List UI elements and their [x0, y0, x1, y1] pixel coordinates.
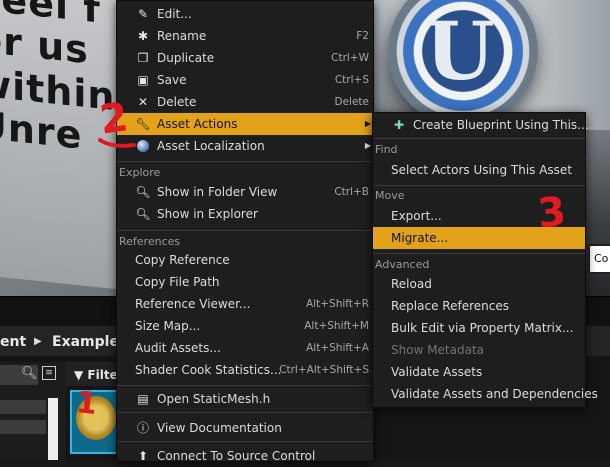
asset-actions-submenu: ✚ Create Blueprint Using This... Find Se…	[372, 112, 598, 408]
menu-item-rename[interactable]: ✱ Rename F2	[117, 25, 373, 47]
section-header-find: Find	[375, 143, 398, 156]
menu-item-bulk-edit[interactable]: Bulk Edit via Property Matrix...	[373, 317, 585, 339]
submenu-arrow-icon: ▶	[364, 141, 371, 150]
menu-item-asset-localization[interactable]: Asset Localization ▶	[117, 135, 373, 157]
submenu-arrow-icon: ▶	[364, 119, 371, 128]
search-icon[interactable]: 🔍︎	[21, 366, 38, 382]
menu-item-view-documentation[interactable]: ⓘ View Documentation	[117, 417, 373, 439]
menu-separator	[117, 161, 373, 162]
breadcrumb-item[interactable]: ent	[0, 334, 26, 350]
rename-icon: ✱	[137, 29, 149, 43]
menu-separator	[117, 412, 373, 413]
menu-item-show-metadata: Show Metadata	[391, 343, 485, 357]
filter-icon: ▼	[74, 368, 84, 382]
menu-item-show-in-explorer[interactable]: 🔍︎ Show in Explorer	[117, 203, 373, 225]
annotation-step-1: 1	[74, 385, 99, 422]
menu-separator	[373, 253, 585, 254]
menu-item-validate-assets[interactable]: Validate Assets	[373, 361, 585, 383]
edit-icon: ✎	[137, 7, 149, 21]
sources-row[interactable]	[0, 420, 46, 434]
menu-item-copy-reference[interactable]: Copy Reference	[117, 249, 373, 271]
help-icon: ⓘ	[136, 421, 149, 435]
magnifier-icon: 🔍︎	[135, 185, 151, 199]
menu-item-audit-assets[interactable]: Audit Assets... Alt+Shift+A	[117, 337, 373, 359]
list-view-icon[interactable]: ≡	[42, 366, 56, 380]
menu-separator	[117, 441, 373, 442]
menu-item-save[interactable]: ▣ Save Ctrl+S	[117, 69, 373, 91]
menu-item-open-source-file[interactable]: ▤ Open StaticMesh.h	[117, 388, 373, 410]
menu-item-reload[interactable]: Reload	[373, 273, 585, 295]
magnifier-icon: 🔍︎	[135, 207, 151, 221]
unreal-u-glyph: U	[425, 4, 495, 98]
wrench-icon: 🔧︎	[135, 117, 151, 131]
annotation-step-3: 3	[535, 188, 569, 238]
code-file-icon: ▤	[137, 392, 149, 406]
menu-item-reference-viewer[interactable]: Reference Viewer... Alt+Shift+R	[117, 293, 373, 315]
section-header-move: Move	[375, 189, 405, 202]
section-header-advanced: Advanced	[375, 258, 430, 271]
menu-item-create-blueprint[interactable]: ✚ Create Blueprint Using This...	[373, 114, 589, 136]
menu-item-copy-file-path[interactable]: Copy File Path	[117, 271, 373, 293]
sources-row[interactable]	[0, 400, 46, 414]
menu-separator	[117, 230, 373, 231]
menu-item-show-in-folder-view[interactable]: 🔍︎ Show in Folder View Ctrl+B	[117, 181, 373, 203]
annotation-underline	[98, 138, 136, 148]
menu-item-select-actors[interactable]: Select Actors Using This Asset	[373, 159, 585, 181]
section-header-references: References	[119, 235, 181, 248]
asset-context-menu: ✎ Edit... ✱ Rename F2 ❐ Duplicate Ctrl+W…	[116, 0, 374, 463]
scrollbar[interactable]	[48, 398, 58, 460]
menu-item-connect-source-control[interactable]: ⬆ Connect To Source Control	[117, 445, 373, 467]
menu-item-edit[interactable]: ✎ Edit...	[117, 3, 373, 25]
menu-item-replace-references[interactable]: Replace References	[373, 295, 585, 317]
viewport-side-button[interactable]: Co	[588, 244, 610, 274]
duplicate-icon: ❐	[137, 51, 149, 65]
menu-separator	[117, 385, 373, 386]
menu-item-duplicate[interactable]: ❐ Duplicate Ctrl+W	[117, 47, 373, 69]
menu-item-shader-cook-statistics[interactable]: Shader Cook Statistics... Ctrl+Alt+Shift…	[117, 359, 373, 381]
menu-separator	[373, 185, 585, 186]
menu-item-validate-assets-dependencies[interactable]: Validate Assets and Dependencies	[373, 383, 598, 405]
save-icon: ▣	[137, 73, 149, 87]
menu-item-asset-actions[interactable]: 🔧︎ Asset Actions ▶	[117, 113, 373, 135]
menu-item-delete[interactable]: ✕ Delete Delete	[117, 91, 373, 113]
delete-icon: ✕	[137, 95, 149, 109]
blueprint-icon: ✚	[393, 118, 405, 132]
menu-separator	[373, 138, 585, 139]
chevron-right-icon: ▶	[34, 336, 42, 347]
menu-item-size-map[interactable]: Size Map... Alt+Shift+M	[117, 315, 373, 337]
source-control-icon: ⬆	[137, 449, 149, 463]
section-header-explore: Explore	[119, 166, 161, 179]
